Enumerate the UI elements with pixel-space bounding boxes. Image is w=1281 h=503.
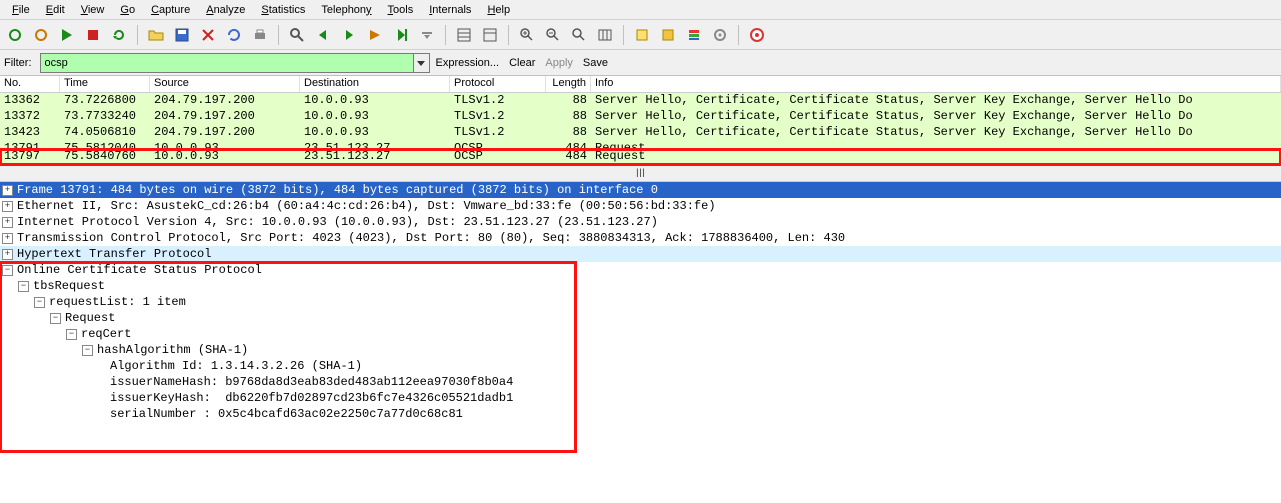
filter-label: Filter: (4, 57, 34, 69)
detail-frame[interactable]: +Frame 13791: 484 bytes on wire (3872 bi… (0, 182, 1281, 198)
capture-filters-icon[interactable] (631, 24, 653, 46)
filter-input[interactable] (41, 56, 413, 70)
go-last-icon[interactable] (416, 24, 438, 46)
print-icon[interactable] (249, 24, 271, 46)
packet-row[interactable]: 13372 73.7733240 204.79.197.200 10.0.0.9… (0, 109, 1281, 125)
detail-issuerkeyhash[interactable]: issuerKeyHash: db6220fb7d02897cd23b6fc7e… (0, 390, 576, 406)
detail-request[interactable]: −Request (0, 310, 576, 326)
packet-list[interactable]: 13362 73.7226800 204.79.197.200 10.0.0.9… (0, 93, 1281, 165)
detail-hashalgorithm[interactable]: −hashAlgorithm (SHA-1) (0, 342, 576, 358)
packet-row[interactable]: 13423 74.0506810 204.79.197.200 10.0.0.9… (0, 125, 1281, 141)
toolbar-separator (137, 25, 138, 45)
filter-bar: Filter: Expression... Clear Apply Save (0, 50, 1281, 76)
restart-capture-icon[interactable] (108, 24, 130, 46)
close-file-icon[interactable] (197, 24, 219, 46)
menu-bar: File Edit View Go Capture Analyze Statis… (0, 0, 1281, 20)
detail-issuernamehash[interactable]: issuerNameHash: b9768da8d3eab83ded483ab1… (0, 374, 576, 390)
menu-help[interactable]: Help (479, 2, 518, 18)
filter-apply-button[interactable]: Apply (545, 57, 573, 69)
toolbar-separator (508, 25, 509, 45)
toolbar-separator (445, 25, 446, 45)
col-header-no[interactable]: No. (0, 76, 60, 92)
interfaces-icon[interactable] (4, 24, 26, 46)
colorize-icon[interactable] (453, 24, 475, 46)
packet-list-header: No. Time Source Destination Protocol Len… (0, 76, 1281, 93)
detail-ethernet[interactable]: +Ethernet II, Src: AsustekC_cd:26:b4 (60… (0, 198, 1281, 214)
collapse-icon[interactable]: − (18, 281, 29, 292)
options-icon[interactable] (30, 24, 52, 46)
expand-icon[interactable]: + (2, 185, 13, 196)
menu-go[interactable]: Go (112, 2, 143, 18)
open-file-icon[interactable] (145, 24, 167, 46)
display-filters-icon[interactable] (657, 24, 679, 46)
collapse-icon[interactable]: − (50, 313, 61, 324)
zoom-100-icon[interactable] (568, 24, 590, 46)
toolbar-separator (738, 25, 739, 45)
filter-expression-button[interactable]: Expression... (436, 57, 500, 69)
menu-telephony[interactable]: Telephony (313, 2, 379, 18)
packet-row-highlighted[interactable]: 13797 75.5840760 10.0.0.93 23.51.123.27 … (0, 149, 1281, 165)
collapse-icon[interactable]: − (82, 345, 93, 356)
col-header-len[interactable]: Length (546, 76, 591, 92)
filter-clear-button[interactable]: Clear (509, 57, 535, 69)
menu-edit[interactable]: Edit (38, 2, 73, 18)
menu-tools[interactable]: Tools (380, 2, 422, 18)
menu-analyze[interactable]: Analyze (198, 2, 253, 18)
packet-details-pane[interactable]: +Frame 13791: 484 bytes on wire (3872 bi… (0, 181, 1281, 452)
help-icon[interactable] (746, 24, 768, 46)
filter-actions: Expression... Clear Apply Save (436, 57, 609, 69)
detail-ip[interactable]: +Internet Protocol Version 4, Src: 10.0.… (0, 214, 1281, 230)
detail-http[interactable]: +Hypertext Transfer Protocol (0, 246, 1281, 262)
expand-icon[interactable]: + (2, 249, 13, 260)
coloring-rules-icon[interactable] (683, 24, 705, 46)
go-to-icon[interactable] (364, 24, 386, 46)
col-header-time[interactable]: Time (60, 76, 150, 92)
auto-scroll-icon[interactable] (479, 24, 501, 46)
preferences-icon[interactable] (709, 24, 731, 46)
col-header-proto[interactable]: Protocol (450, 76, 546, 92)
detail-tcp[interactable]: +Transmission Control Protocol, Src Port… (0, 230, 1281, 246)
zoom-out-icon[interactable] (542, 24, 564, 46)
menu-view[interactable]: View (73, 2, 113, 18)
collapse-icon[interactable]: − (66, 329, 77, 340)
expand-icon[interactable]: + (2, 217, 13, 228)
collapse-icon[interactable]: − (34, 297, 45, 308)
main-toolbar (0, 20, 1281, 50)
start-capture-icon[interactable] (56, 24, 78, 46)
save-file-icon[interactable] (171, 24, 193, 46)
packet-row[interactable]: 13362 73.7226800 204.79.197.200 10.0.0.9… (0, 93, 1281, 109)
col-header-dst[interactable]: Destination (300, 76, 450, 92)
detail-ocsp-block: −Online Certificate Status Protocol −tbs… (0, 262, 576, 452)
detail-reqcert[interactable]: −reqCert (0, 326, 576, 342)
expand-icon[interactable]: + (2, 233, 13, 244)
zoom-in-icon[interactable] (516, 24, 538, 46)
menu-statistics[interactable]: Statistics (253, 2, 313, 18)
toolbar-separator (278, 25, 279, 45)
detail-serialnumber[interactable]: serialNumber : 0x5c4bcafd63ac02e2250c7a7… (0, 406, 576, 422)
resize-columns-icon[interactable] (594, 24, 616, 46)
reload-icon[interactable] (223, 24, 245, 46)
packet-row[interactable]: 13791 75.5812040 10.0.0.93 23.51.123.27 … (0, 141, 1281, 149)
go-forward-icon[interactable] (338, 24, 360, 46)
filter-input-wrap (40, 53, 430, 73)
detail-ocsp-title[interactable]: −Online Certificate Status Protocol (0, 262, 576, 278)
col-header-src[interactable]: Source (150, 76, 300, 92)
menu-capture[interactable]: Capture (143, 2, 198, 18)
col-header-info[interactable]: Info (591, 76, 1281, 92)
toolbar-separator (623, 25, 624, 45)
go-back-icon[interactable] (312, 24, 334, 46)
hscroll-indicator[interactable]: ⅼⅼⅼ (0, 165, 1281, 181)
menu-file[interactable]: File (4, 2, 38, 18)
collapse-icon[interactable]: − (2, 265, 13, 276)
filter-save-button[interactable]: Save (583, 57, 608, 69)
detail-tbsrequest[interactable]: −tbsRequest (0, 278, 576, 294)
menu-internals[interactable]: Internals (421, 2, 479, 18)
filter-dropdown-icon[interactable] (413, 54, 429, 72)
go-first-icon[interactable] (390, 24, 412, 46)
expand-icon[interactable]: + (2, 201, 13, 212)
detail-algorithmid[interactable]: Algorithm Id: 1.3.14.3.2.26 (SHA-1) (0, 358, 576, 374)
stop-capture-icon[interactable] (82, 24, 104, 46)
find-icon[interactable] (286, 24, 308, 46)
detail-requestlist[interactable]: −requestList: 1 item (0, 294, 576, 310)
